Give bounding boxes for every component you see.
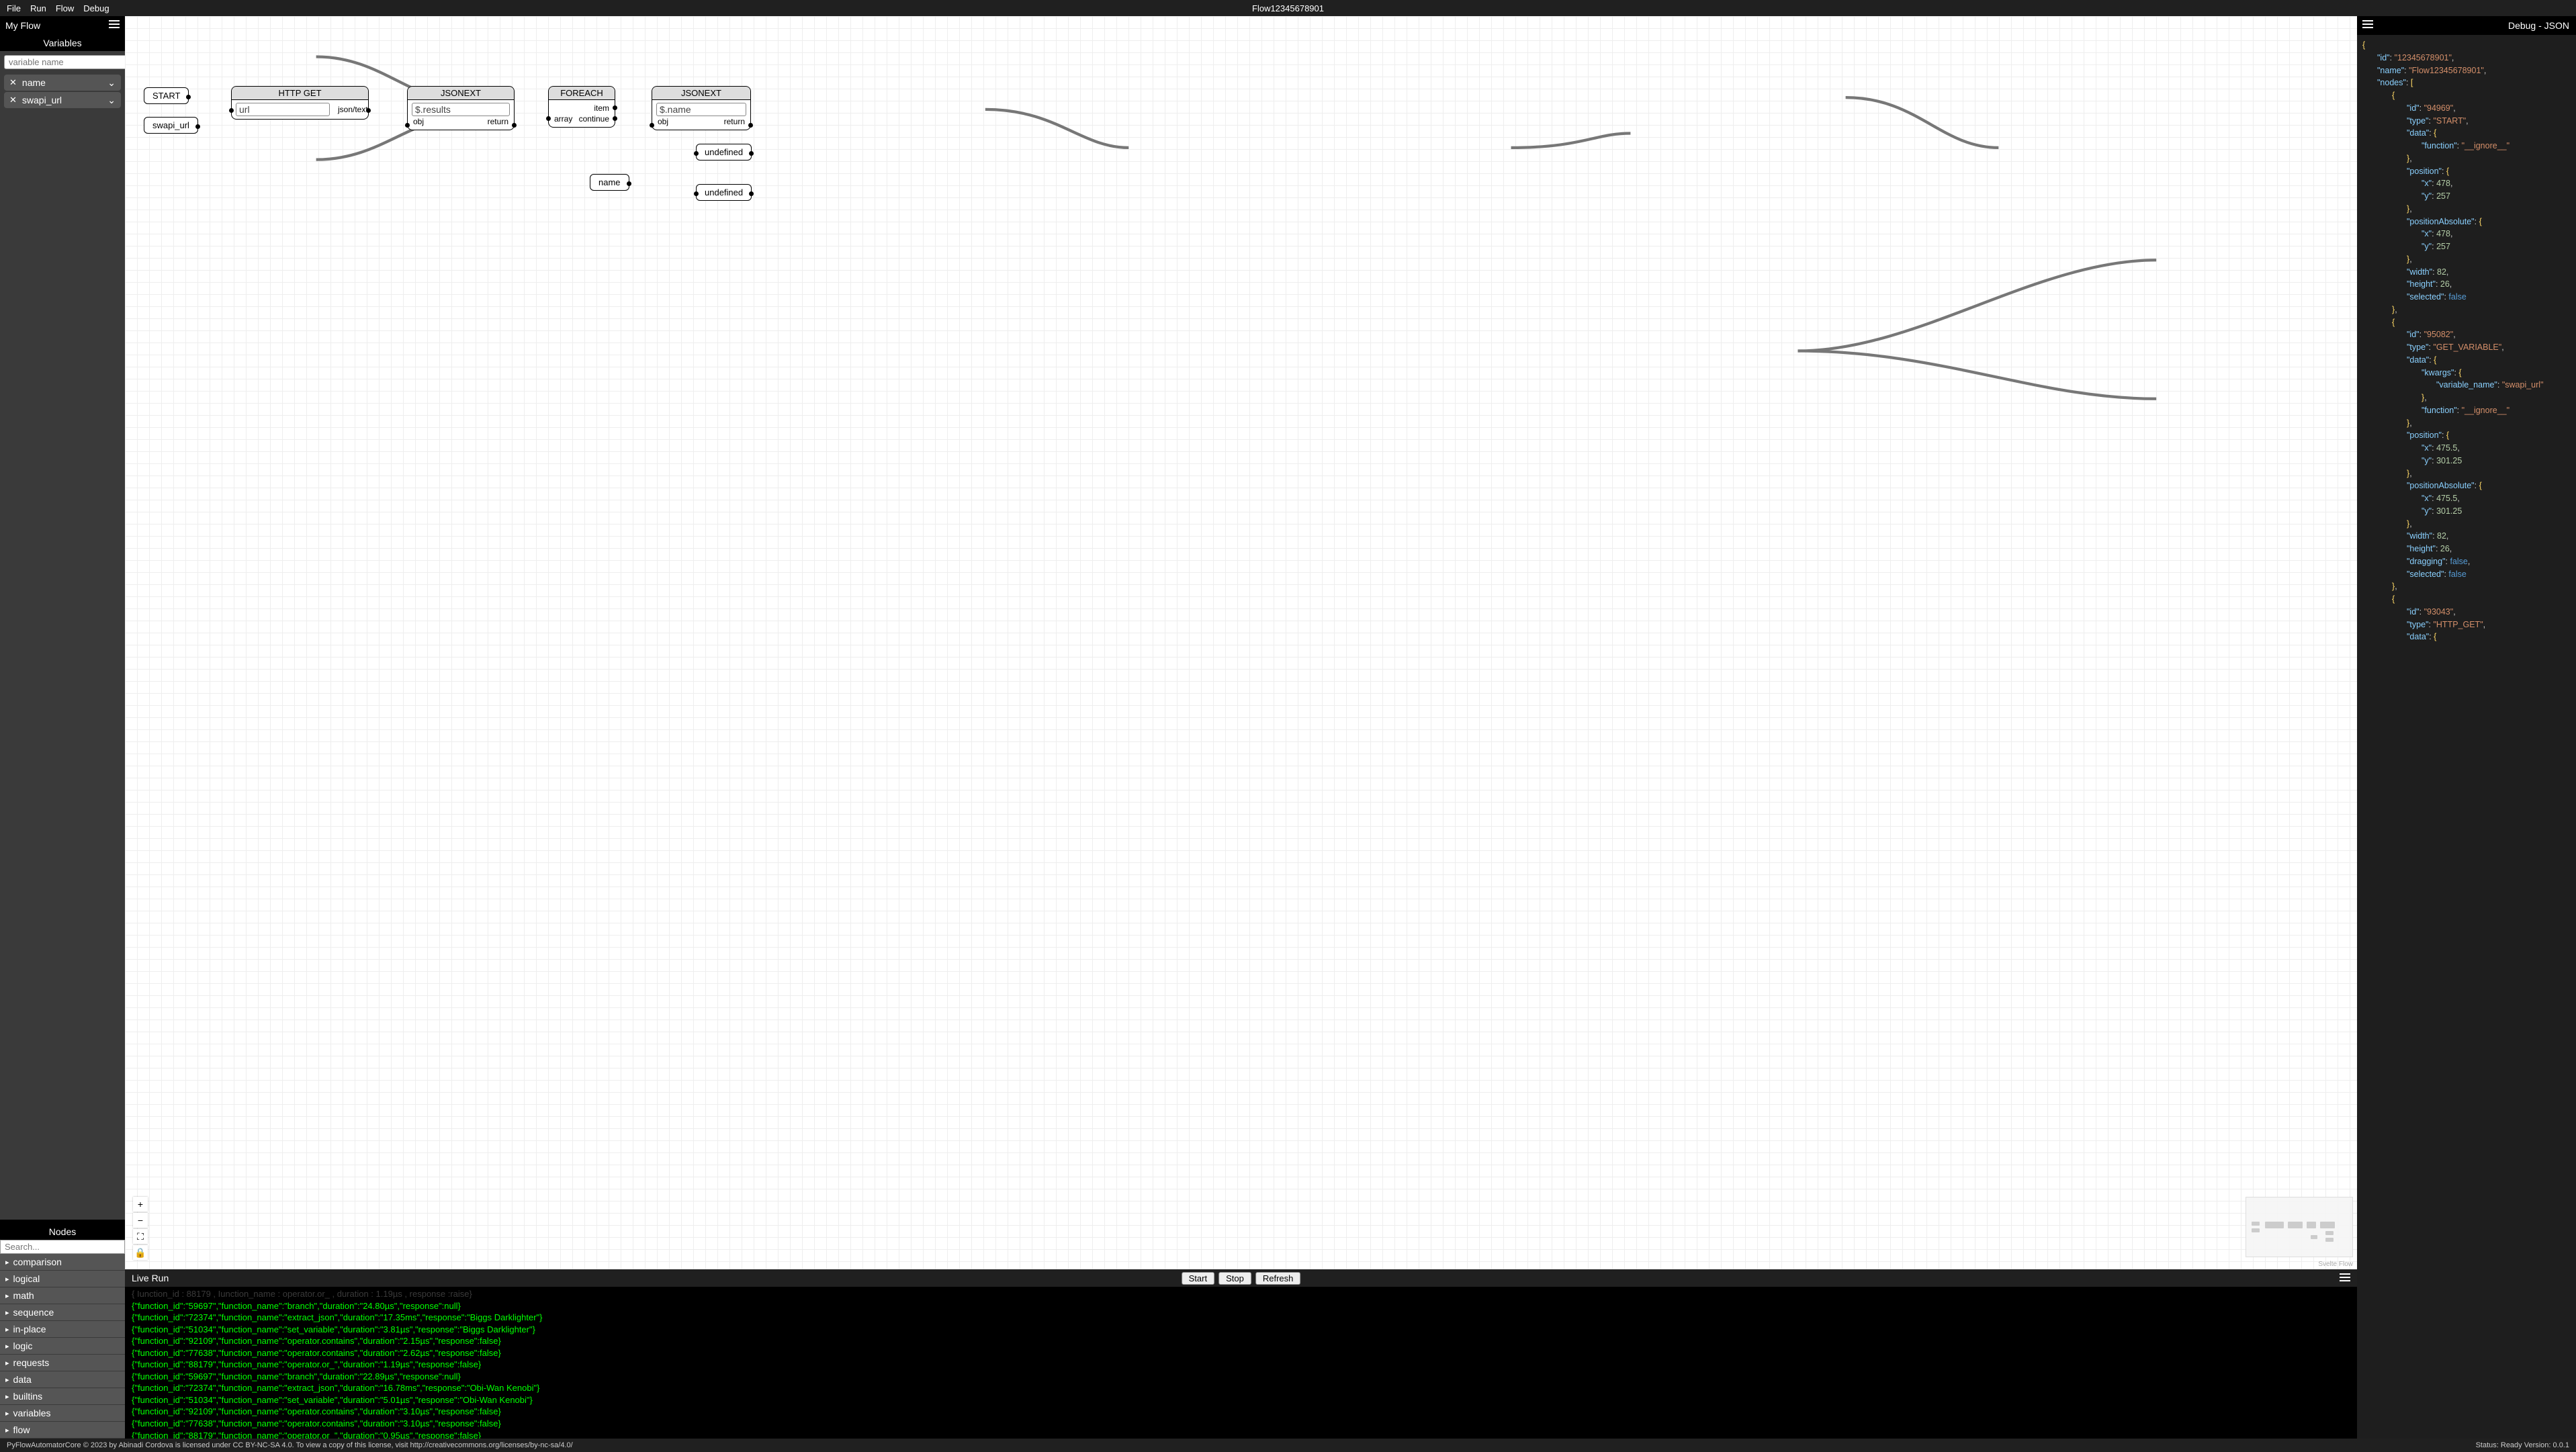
variable-name-input[interactable] [4,55,132,69]
flow-title: My Flow [5,20,40,31]
debug-json-body: {"id": "12345678901","name": "Flow123456… [2357,35,2576,1439]
node-foreach-title: FOREACH [549,87,615,100]
debug-panel-title: Debug - JSON [2508,20,2569,31]
variable-label: name [22,77,46,88]
node-undefined-1-label: undefined [705,147,743,157]
fit-view-button[interactable]: ⛶ [133,1229,148,1244]
jsonext-1-out-label: return [488,117,508,126]
start-button[interactable]: Start [1182,1272,1214,1285]
node-category-logical[interactable]: logical [0,1271,125,1287]
chevron-down-icon[interactable]: ⌄ [107,77,116,89]
flow-canvas[interactable]: START swapi_url HTTP GET json/text [125,16,2357,1269]
variable-item-swapi_url[interactable]: ✕ swapi_url ⌄ [4,92,121,108]
node-category-flow[interactable]: flow [0,1422,125,1439]
node-undefined-2-label: undefined [705,187,743,197]
node-http-get-title: HTTP GET [232,87,368,100]
status-bar: PyFlowAutomatorCore © 2023 by Abinadi Co… [0,1439,2576,1452]
node-category-math[interactable]: math [0,1287,125,1304]
node-start[interactable]: START [144,87,189,104]
node-jsonext-2-title: JSONEXT [652,87,750,100]
footer-status: Status: Ready Version: 0.0.1 [2476,1441,2569,1449]
hamburger-icon[interactable] [2340,1273,2350,1281]
node-foreach[interactable]: FOREACH item array continue [548,86,615,128]
minimap[interactable] [2246,1197,2353,1257]
jsonext-1-in-label: obj [413,117,424,126]
menu-run[interactable]: Run [30,3,46,13]
node-start-label: START [152,91,180,101]
node-category-logic[interactable]: logic [0,1338,125,1355]
node-undefined-1[interactable]: undefined [696,144,752,161]
variables-section-title: Variables [0,35,125,51]
node-category-variables[interactable]: variables [0,1405,125,1422]
zoom-out-button[interactable]: − [133,1213,148,1228]
foreach-item-label: item [594,103,609,113]
menu-file[interactable]: File [7,3,21,13]
foreach-continue-label: continue [579,114,609,124]
node-jsonext-1-title: JSONEXT [408,87,514,100]
foreach-array-label: array [554,114,572,124]
node-jsonext-2[interactable]: JSONEXT obj return [652,86,751,130]
variable-label: swapi_url [22,95,62,105]
menu-debug[interactable]: Debug [83,3,109,13]
delete-variable-icon[interactable]: ✕ [9,95,17,105]
hamburger-icon[interactable] [109,20,120,28]
variable-item-name[interactable]: ✕ name ⌄ [4,75,121,91]
node-swapi-url[interactable]: swapi_url [144,117,198,134]
http-get-url-input[interactable] [236,103,330,116]
jsonext-2-input[interactable] [656,103,746,116]
node-category-data[interactable]: data [0,1371,125,1388]
menu-flow[interactable]: Flow [56,3,74,13]
node-category-sequence[interactable]: sequence [0,1304,125,1321]
live-run-output: { Iunction_id : 88179 , Iunction_name : … [125,1287,2357,1439]
node-category-builtins[interactable]: builtins [0,1388,125,1405]
live-run-title: Live Run [132,1273,169,1283]
node-name[interactable]: name [590,174,629,191]
stop-button[interactable]: Stop [1218,1272,1251,1285]
node-swapi-url-label: swapi_url [152,120,189,130]
node-jsonext-1[interactable]: JSONEXT obj return [407,86,515,130]
delete-variable-icon[interactable]: ✕ [9,77,17,88]
node-undefined-2[interactable]: undefined [696,184,752,201]
jsonext-1-input[interactable] [412,103,510,116]
refresh-button[interactable]: Refresh [1255,1272,1301,1285]
live-run-header: Live Run Start Stop Refresh [125,1269,2357,1287]
nodes-section-title: Nodes [0,1224,125,1240]
footer-license: PyFlowAutomatorCore © 2023 by Abinadi Co… [7,1441,573,1449]
node-category-requests[interactable]: requests [0,1355,125,1371]
menubar: File Run Flow Debug Flow12345678901 [0,0,2576,16]
left-sidebar: My Flow Variables save ✕name⌄✕swapi_url⌄… [0,16,125,1439]
node-category-comparison[interactable]: comparison [0,1254,125,1271]
flow-header: My Flow [0,16,125,35]
debug-panel: Debug - JSON {"id": "12345678901","name"… [2357,16,2576,1439]
jsonext-2-in-label: obj [658,117,668,126]
node-name-label: name [598,177,621,187]
node-category-in-place[interactable]: in-place [0,1321,125,1338]
jsonext-2-out-label: return [724,117,745,126]
chevron-down-icon[interactable]: ⌄ [107,95,116,106]
http-get-out-label: json/text [338,105,368,114]
node-http-get[interactable]: HTTP GET json/text [231,86,369,120]
lock-button[interactable]: 🔒 [133,1245,148,1260]
hamburger-icon[interactable] [2362,20,2373,28]
zoom-in-button[interactable]: + [133,1197,148,1212]
canvas-attribution: Svelte Flow [2318,1261,2353,1268]
window-title: Flow12345678901 [1252,3,1324,13]
node-search-input[interactable] [0,1240,125,1254]
